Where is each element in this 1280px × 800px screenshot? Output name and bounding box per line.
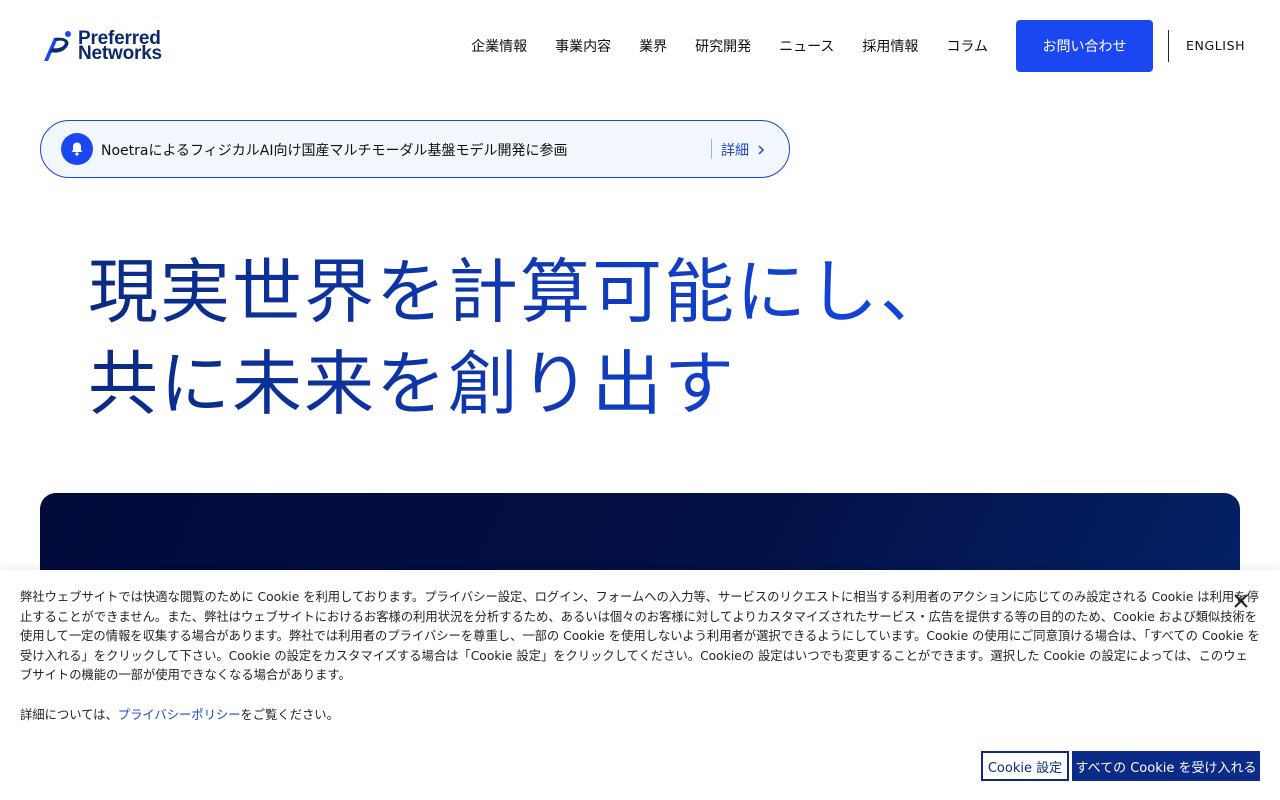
nav-item-news[interactable]: ニュース (779, 36, 834, 56)
logo-mark-icon (44, 31, 71, 61)
nav-item-column[interactable]: コラム (946, 36, 988, 56)
accept-all-cookies-button[interactable]: すべての Cookie を受け入れる (1072, 751, 1260, 781)
site-header: Preferred Networks 企業情報 事業内容 業界 研究開発 ニュー… (0, 0, 1280, 95)
cookie-settings-button[interactable]: Cookie 設定 (981, 751, 1069, 781)
news-detail-link[interactable]: 詳細 (721, 140, 765, 160)
close-icon[interactable] (1230, 590, 1252, 612)
hero-line-1: 現実世界を計算可能にし、 (88, 251, 952, 333)
news-banner[interactable]: NoetraによるフィジカルAI向け国産マルチモーダル基盤モデル開発に参画 詳細 (40, 120, 790, 178)
nav-item-business[interactable]: 事業内容 (555, 36, 611, 56)
nav-item-industry[interactable]: 業界 (639, 36, 667, 56)
logo-text-line2: Networks (78, 43, 162, 64)
nav-item-careers[interactable]: 採用情報 (862, 36, 918, 56)
cookie-detail-prefix: 詳細については、 (20, 708, 118, 722)
chevron-right-icon (758, 145, 765, 155)
cookie-detail-suffix: をご覧ください。 (240, 708, 339, 722)
main-nav: 企業情報 事業内容 業界 研究開発 ニュース 採用情報 コラム (471, 36, 988, 56)
news-separator (711, 139, 712, 159)
nav-item-research[interactable]: 研究開発 (695, 36, 751, 56)
hero-line-2: 共に未来を創り出す (88, 343, 736, 425)
cookie-notice-text: 弊社ウェブサイトでは快適な閲覧のために Cookie を利用しております。プライ… (20, 590, 1260, 682)
cookie-detail-text: 詳細については、プライバシーポリシーをご覧ください。 (20, 705, 339, 723)
company-logo[interactable]: Preferred Networks (40, 28, 162, 64)
nav-divider (1168, 30, 1169, 62)
news-headline[interactable]: NoetraによるフィジカルAI向け国産マルチモーダル基盤モデル開発に参画 (101, 140, 567, 160)
language-switch-english[interactable]: ENGLISH (1186, 38, 1245, 53)
news-detail-label: 詳細 (721, 143, 749, 159)
privacy-policy-link[interactable]: プライバシーポリシー (118, 708, 241, 722)
contact-button[interactable]: お問い合わせ (1016, 20, 1153, 72)
nav-item-company[interactable]: 企業情報 (471, 36, 527, 56)
bell-icon (61, 133, 93, 165)
hero-headline: 現実世界を計算可能にし、 共に未来を創り出す (88, 246, 952, 430)
